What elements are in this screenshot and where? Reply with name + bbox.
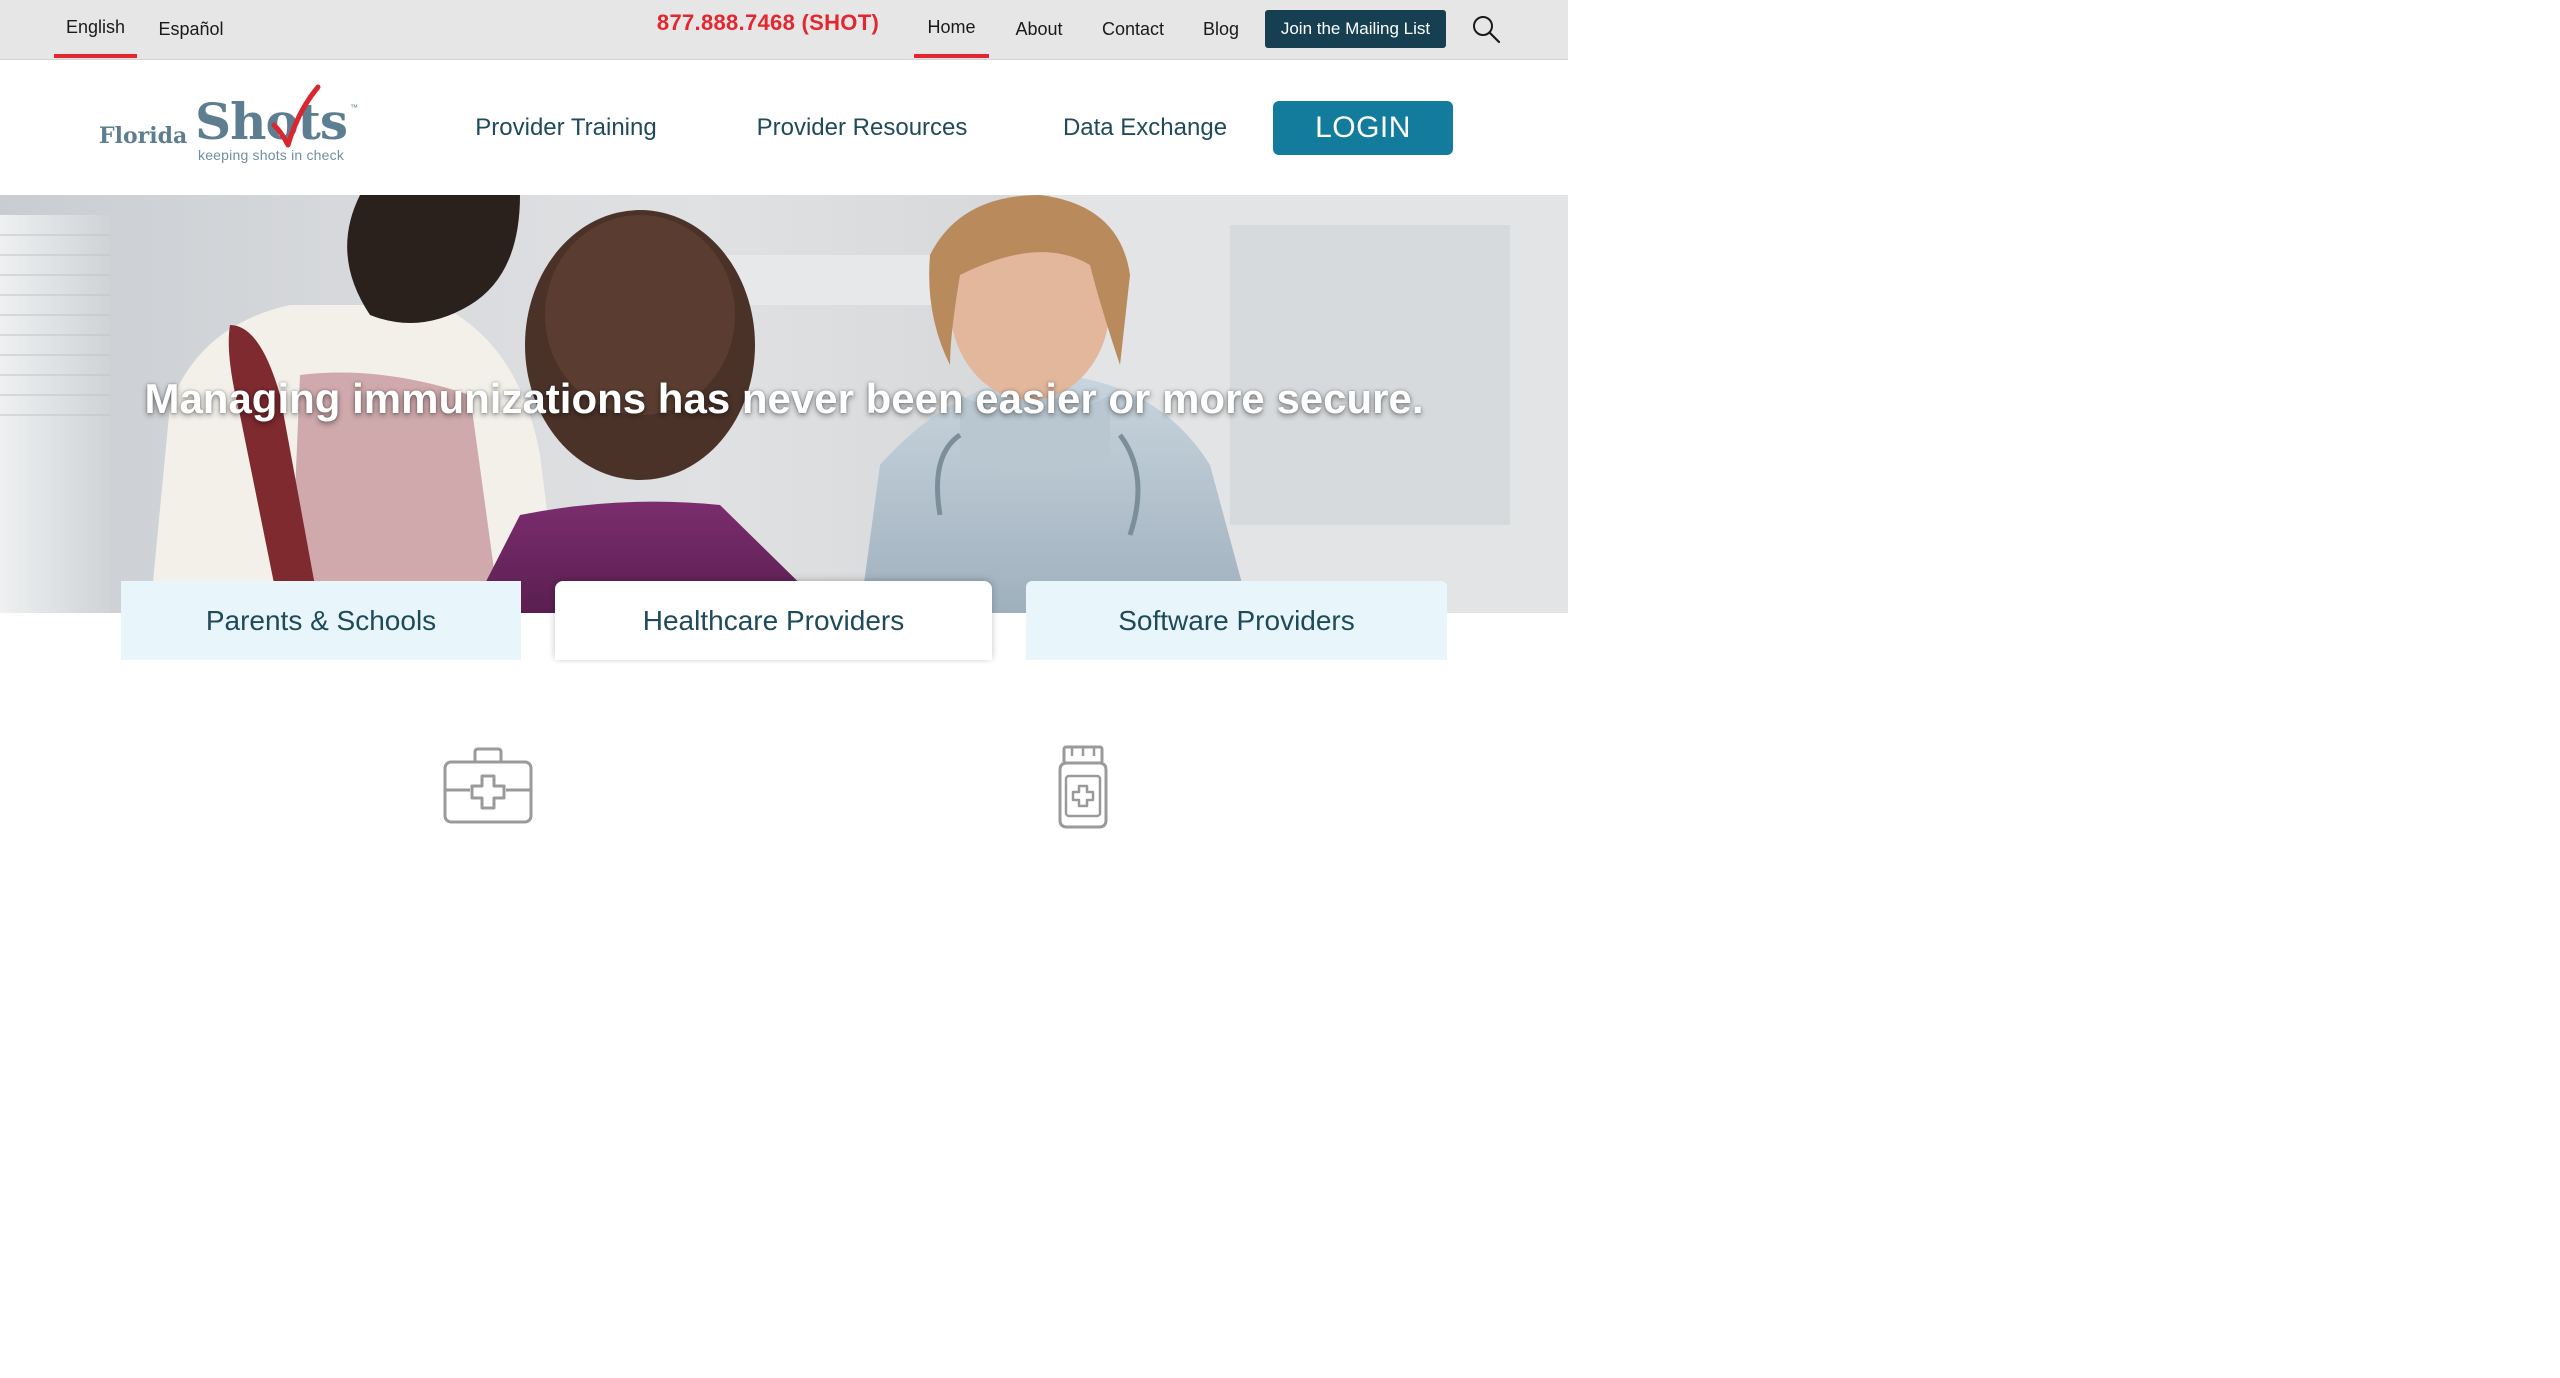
medical-kit-icon xyxy=(443,747,533,824)
language-english-link[interactable]: English xyxy=(54,0,137,58)
checkmark-icon xyxy=(271,84,321,148)
nav-provider-resources[interactable]: Provider Resources xyxy=(752,61,972,195)
top-nav-blog[interactable]: Blog xyxy=(1192,0,1250,58)
top-nav-about[interactable]: About xyxy=(1004,0,1074,58)
tab-healthcare-providers[interactable]: Healthcare Providers xyxy=(555,581,992,660)
hero-headline: Managing immunizations has never been ea… xyxy=(144,375,1424,422)
nav-data-exchange[interactable]: Data Exchange xyxy=(1060,61,1230,195)
login-button[interactable]: LOGIN xyxy=(1273,101,1453,155)
hero-banner: Managing immunizations has never been ea… xyxy=(0,195,1568,613)
logo-tagline: keeping shots in check xyxy=(198,147,345,163)
nav-provider-training[interactable]: Provider Training xyxy=(468,61,664,195)
utility-bar: English Español 877.888.7468 (SHOT) Home… xyxy=(0,0,1568,60)
top-nav-contact[interactable]: Contact xyxy=(1093,0,1173,58)
florida-shots-logo[interactable]: Florida Shots ™ keeping shots in check xyxy=(96,83,366,173)
language-espanol-link[interactable]: Español xyxy=(148,0,234,58)
tab-parents-schools[interactable]: Parents & Schools xyxy=(121,581,521,660)
logo-trademark: ™ xyxy=(350,103,358,112)
top-nav-home[interactable]: Home xyxy=(914,0,989,58)
site-header: Florida Shots ™ keeping shots in check P… xyxy=(0,61,1568,195)
logo-word-florida: Florida xyxy=(99,123,188,149)
phone-number-link[interactable]: 877.888.7468 (SHOT) xyxy=(648,10,888,36)
search-icon[interactable] xyxy=(1470,13,1502,45)
tab-software-providers[interactable]: Software Providers xyxy=(1026,581,1447,660)
join-mailing-list-button[interactable]: Join the Mailing List xyxy=(1265,10,1446,48)
medicine-bottle-icon xyxy=(1058,745,1108,829)
